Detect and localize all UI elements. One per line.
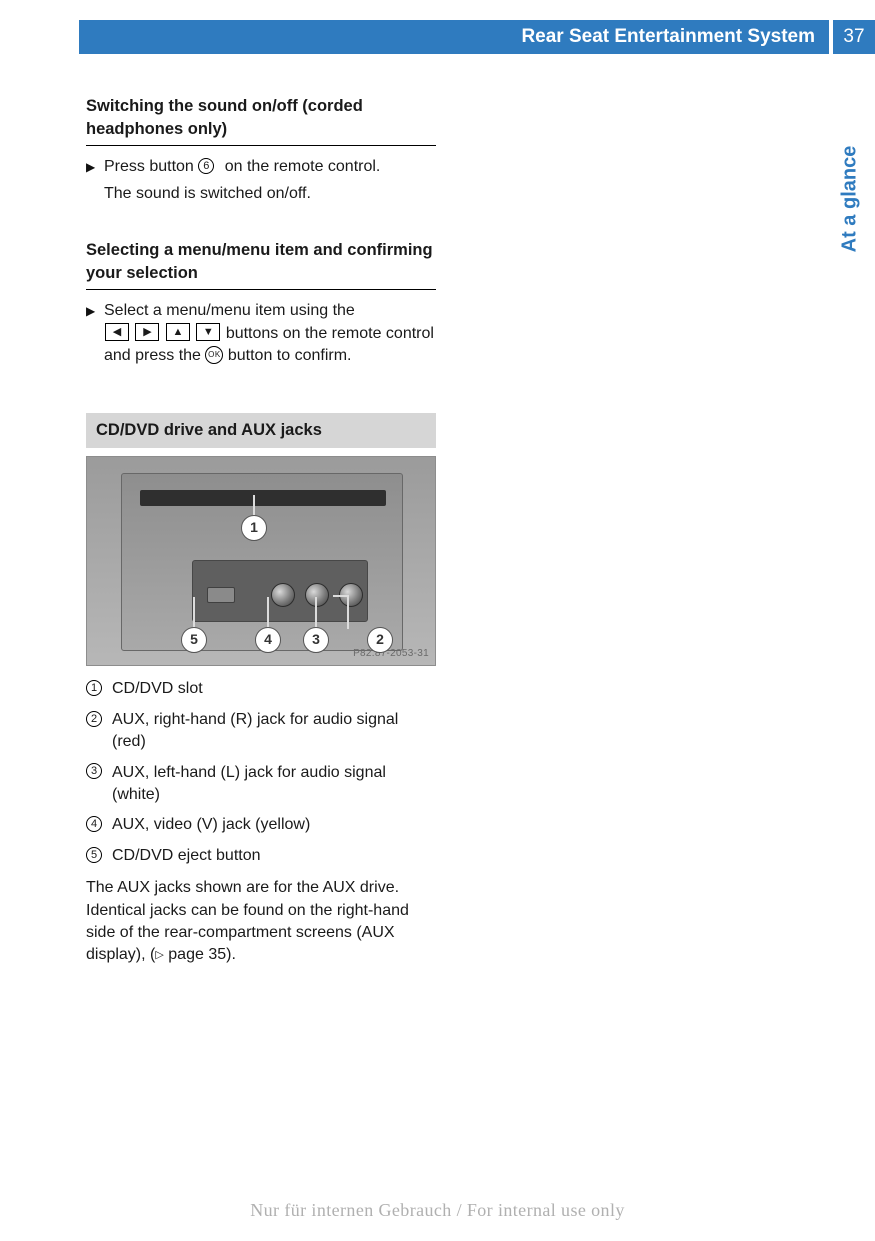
legend-text: AUX, right-hand (R) jack for audio signa… [112,709,436,754]
step-body: Select a menu/menu item using the ◀ ▶ ▲ … [104,300,436,371]
ok-button-icon: OK [205,346,223,364]
legend-row: 5 CD/DVD eject button [86,845,436,867]
leader-line [267,597,269,629]
legend-text: CD/DVD eject button [112,845,436,867]
aux-jack-graphic [271,583,295,607]
grey-section-heading: CD/DVD drive and AUX jacks [86,413,436,448]
legend-text: AUX, video (V) jack (yellow) [112,814,436,836]
main-content: Switching the sound on/off (corded headp… [86,95,436,967]
text: The sound is switched on/off. [104,183,436,205]
section2-heading: Selecting a menu/menu item and confirmin… [86,239,436,290]
header-title: Rear Seat Entertainment System [79,20,829,54]
right-arrow-key-icon: ▶ [135,323,159,341]
eject-button-graphic [207,587,235,603]
step-marker-icon: ▶ [86,156,104,209]
page-number: 37 [829,20,875,54]
text: button to confirm. [228,347,352,364]
text: Select a menu/menu item using the [104,302,355,319]
text: on the remote control. [225,158,381,175]
legend-num-4-icon: 4 [86,816,102,832]
leader-line [333,595,349,597]
page-ref-icon: ▷ [155,949,163,961]
legend-text: AUX, left-hand (L) jack for audio signal… [112,762,436,807]
legend-row: 1 CD/DVD slot [86,678,436,700]
section2-step: ▶ Select a menu/menu item using the ◀ ▶ … [86,300,436,371]
figure-legend: 1 CD/DVD slot 2 AUX, right-hand (R) jack… [86,678,436,867]
legend-num-5-icon: 5 [86,847,102,863]
legend-row: 2 AUX, right-hand (R) jack for audio sig… [86,709,436,754]
text: The AUX jacks shown are for the AUX driv… [86,879,409,963]
text: page 35). [164,946,236,963]
text: Press button [104,158,198,175]
side-tab-label: At a glance [836,146,864,253]
legend-text: CD/DVD slot [112,678,436,700]
leader-line [347,597,349,629]
up-arrow-key-icon: ▲ [166,323,190,341]
legend-row: 3 AUX, left-hand (L) jack for audio sign… [86,762,436,807]
left-arrow-key-icon: ◀ [105,323,129,341]
jack-panel-graphic [192,560,368,622]
figure-cd-dvd-aux: 1 2 3 4 5 P82.87-2053-31 [86,456,436,666]
drive-unit-graphic [121,473,403,651]
legend-num-2-icon: 2 [86,711,102,727]
legend-num-3-icon: 3 [86,763,102,779]
step-marker-icon: ▶ [86,300,104,371]
footer-watermark: Nur für internen Gebrauch / For internal… [0,1198,875,1223]
cd-dvd-slot-graphic [140,490,386,506]
section1-heading: Switching the sound on/off (corded headp… [86,95,436,146]
legend-row: 4 AUX, video (V) jack (yellow) [86,814,436,836]
leader-line [315,597,317,629]
aux-paragraph: The AUX jacks shown are for the AUX driv… [86,877,436,967]
button-ref-6-icon: 6 [198,158,214,174]
leader-line [193,597,195,629]
aux-jack-graphic [305,583,329,607]
leader-line [253,495,255,517]
figure-code: P82.87-2053-31 [353,647,429,661]
legend-num-1-icon: 1 [86,680,102,696]
section1-step: ▶ Press button 6 on the remote control. … [86,156,436,209]
step-body: Press button 6 on the remote control. Th… [104,156,436,209]
side-tab: At a glance [841,90,875,290]
down-arrow-key-icon: ▼ [196,323,220,341]
page-header: Rear Seat Entertainment System 37 [79,20,875,54]
